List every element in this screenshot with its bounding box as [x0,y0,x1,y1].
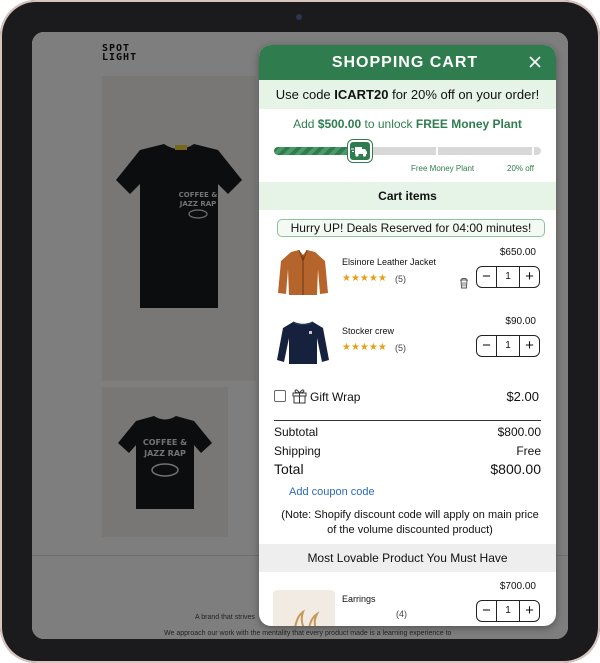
review-count: (5) [395,274,406,284]
rating-stars: ★★★★★ [342,273,387,284]
decrease-quantity-button[interactable]: − [477,336,497,356]
item-price: $90.00 [505,316,536,327]
tablet-frame: SPOT LIGHT COFFEE & JAZZ RAP COFFEE & JA… [0,0,600,663]
unlock-message: Add $500.00 to unlock FREE Money Plant [259,117,556,131]
unlock-middle: to unlock [361,117,416,131]
delivery-truck-icon [351,147,367,157]
recommendations-heading: Most Lovable Product You Must Have [259,544,556,572]
gift-wrap-checkbox[interactable] [274,390,286,402]
cart-item: Elsinore Leather Jacket ★★★★★ (5) $650.0… [259,247,556,307]
increase-quantity-button[interactable]: + [519,601,539,621]
item-name[interactable]: Elsinore Leather Jacket [342,257,436,267]
subtotal-label: Subtotal [274,425,319,439]
recommended-item: Earrings (4) $700.00 − 1 + [259,581,556,626]
leather-jacket-image[interactable] [273,247,333,299]
quantity-value[interactable]: 1 [497,267,519,287]
progress-fill [274,147,360,155]
promo-code: ICART20 [334,87,389,102]
camera [296,14,302,20]
increase-quantity-button[interactable]: + [519,267,539,287]
summary-divider [274,420,541,421]
cart-item: Stocker crew ★★★★★ (5) $90.00 − 1 + [259,316,556,376]
item-price: $650.00 [499,247,536,258]
decrease-quantity-button[interactable]: − [477,601,497,621]
unlock-amount: $500.00 [317,117,362,131]
recommended-item-price: $700.00 [499,581,536,592]
promo-banner: Use code ICART20 for 20% off on your ord… [259,80,556,109]
promo-suffix: for 20% off on your order! [388,87,540,102]
add-coupon-link[interactable]: Add coupon code [289,486,375,498]
milestone-label-discount: 20% off [507,164,534,173]
milestone-divider [436,147,438,155]
unlock-reward: FREE Money Plant [415,117,522,131]
decrease-quantity-button[interactable]: − [477,267,497,287]
quantity-stepper: − 1 + [476,335,540,357]
rating-stars: ★★★★★ [342,342,387,353]
total-label: Total [274,461,304,477]
discount-note: (Note: Shopify discount code will apply … [281,509,539,536]
milestone-divider [532,147,534,155]
total-value: $800.00 [490,461,541,477]
quantity-value[interactable]: 1 [497,601,519,621]
unlock-prefix: Add [293,117,318,131]
progress-marker [348,140,372,162]
milestone-label-plant: Free Money Plant [411,164,475,173]
recommended-review-count: (4) [396,609,407,619]
reservation-timer: Hurry UP! Deals Reserved for 04:00 minut… [277,219,545,237]
subtotal-value: $800.00 [497,425,541,439]
review-count: (5) [395,343,406,353]
reward-progress-bar [274,147,541,155]
shopping-cart-panel: SHOPPING CART Use code ICART20 for 20% o… [259,45,556,626]
increase-quantity-button[interactable]: + [519,336,539,356]
close-icon[interactable] [525,52,545,72]
shipping-value: Free [516,444,541,458]
gift-icon [292,389,307,404]
cart-title: SHOPPING CART [331,54,479,71]
gift-wrap-option: Gift Wrap $2.00 [259,386,556,410]
sweater-image[interactable] [273,316,333,368]
gift-wrap-label: Gift Wrap [310,390,361,404]
cart-header: SHOPPING CART [259,45,556,80]
quantity-value[interactable]: 1 [497,336,519,356]
recommended-quantity-stepper: − 1 + [476,600,540,622]
cart-items-heading: Cart items [259,182,556,210]
shipping-label: Shipping [274,444,321,458]
quantity-stepper: − 1 + [476,266,540,288]
item-name[interactable]: Stocker crew [342,326,394,336]
recommended-item-name[interactable]: Earrings [342,594,376,604]
promo-prefix: Use code [275,87,335,102]
gift-wrap-price: $2.00 [506,389,539,404]
trash-icon[interactable] [457,276,471,290]
